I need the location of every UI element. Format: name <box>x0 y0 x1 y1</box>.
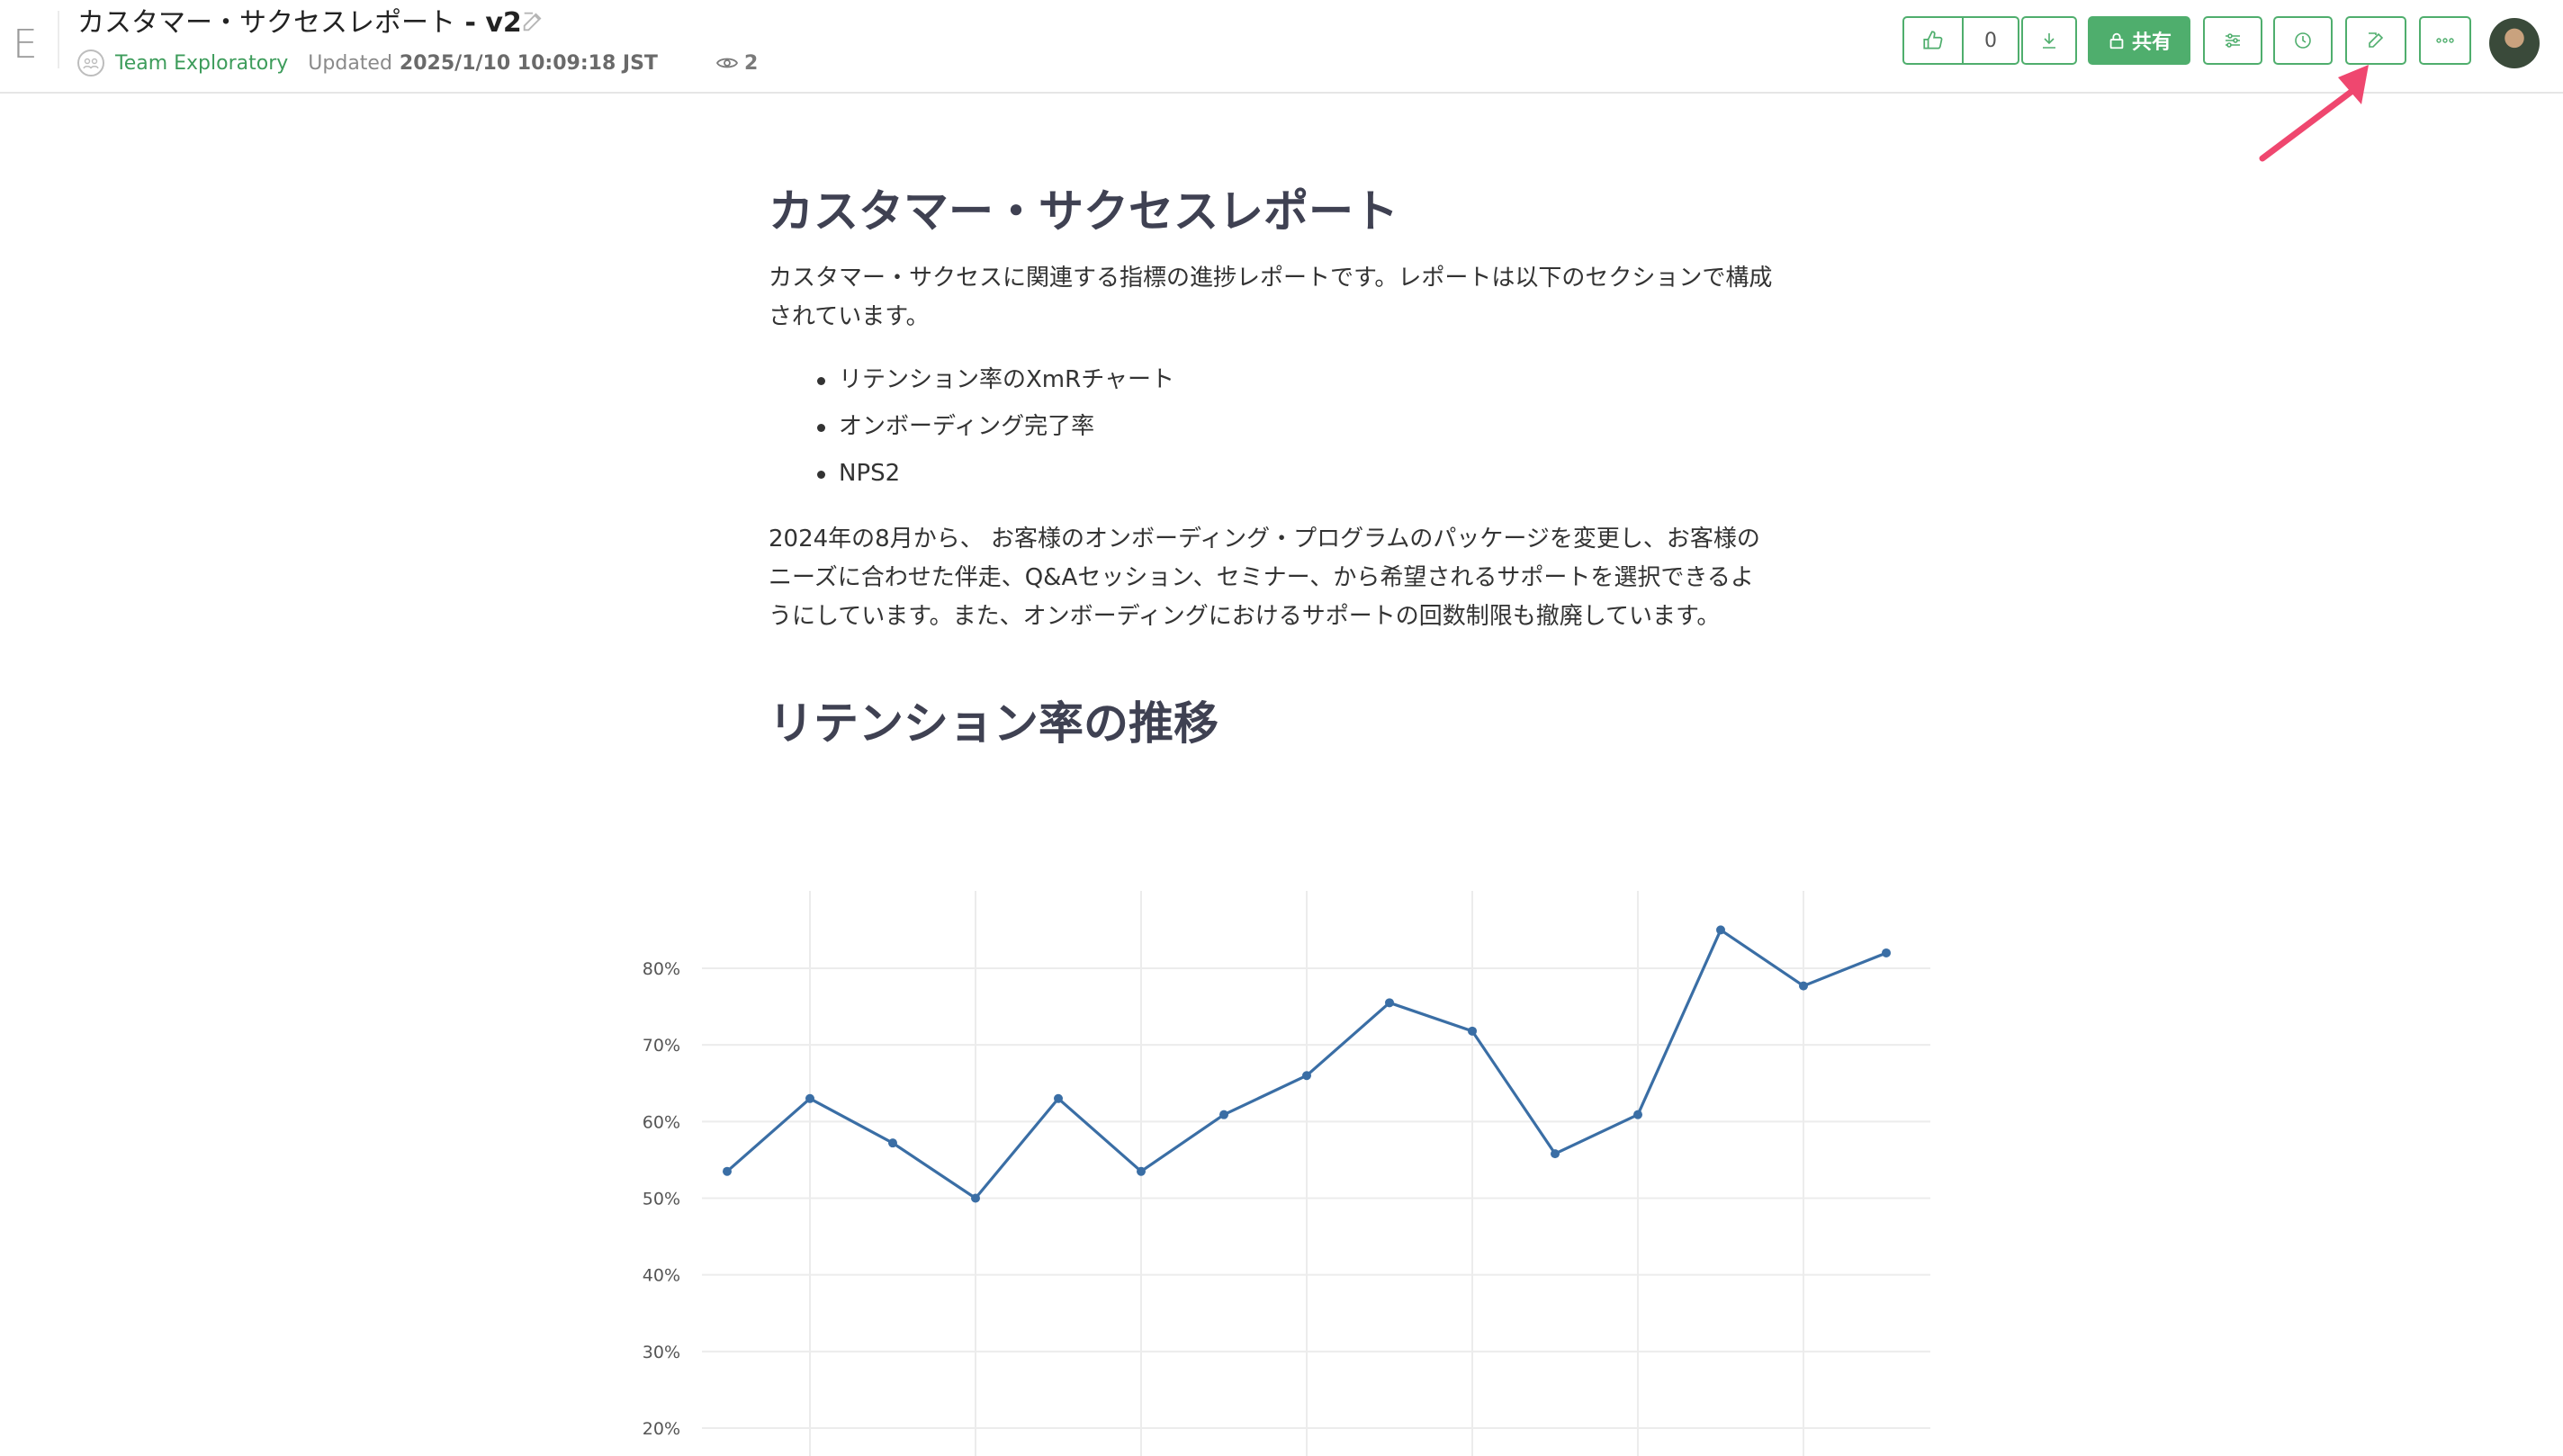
list-item: リテンション率のXmRチャート <box>817 356 1776 403</box>
app-logo[interactable]: E <box>13 18 49 72</box>
y-tick-label: 70% <box>643 1036 680 1056</box>
data-point <box>1302 1071 1311 1081</box>
top-bar: E カスタマー・サクセスレポート - v2 Team Exploratory U… <box>0 0 2563 94</box>
y-tick-label: 60% <box>643 1112 680 1132</box>
document-title-text: カスタマー・サクセスレポート <box>77 7 455 39</box>
eye-icon <box>715 58 738 68</box>
data-point <box>1551 1149 1560 1159</box>
document-title: カスタマー・サクセスレポート - v2 <box>77 5 522 41</box>
user-avatar[interactable] <box>2489 18 2540 68</box>
like-count[interactable]: 0 <box>1962 16 2019 65</box>
document-version: - v2 <box>455 7 522 39</box>
lock-icon <box>2109 32 2124 49</box>
data-point <box>1054 1093 1063 1103</box>
program-paragraph: 2024年の8月から、 お客様のオンボーディング・プログラムのパッケージを変更し… <box>769 526 1760 630</box>
divider <box>58 11 59 68</box>
y-tick-label: 80% <box>643 959 680 979</box>
data-point <box>1716 925 1725 935</box>
view-count: 2 <box>715 52 758 75</box>
sliders-icon <box>2226 33 2240 48</box>
updated-label: Updated <box>308 51 392 75</box>
like-button[interactable] <box>1902 16 1964 65</box>
document-meta: Team Exploratory Updated 2025/1/10 10:09… <box>77 49 758 77</box>
more-icon <box>2436 38 2454 43</box>
y-tick-label: 30% <box>643 1343 680 1362</box>
updated-timestamp: 2025/1/10 10:09:18 JST <box>399 51 658 75</box>
retention-heading: リテンション率の推移 <box>769 697 1219 750</box>
edit-title-icon[interactable] <box>520 9 545 34</box>
y-tick-label: 50% <box>643 1190 680 1209</box>
more-button[interactable] <box>2419 16 2471 65</box>
data-point <box>1385 998 1394 1008</box>
report-heading: カスタマー・サクセスレポート <box>769 185 1398 238</box>
data-point <box>723 1166 732 1176</box>
list-item: NPS2 <box>817 450 1776 497</box>
team-link[interactable]: Team Exploratory <box>115 52 288 75</box>
share-label: 共有 <box>2131 31 2172 54</box>
data-point <box>1799 981 1808 991</box>
data-point <box>1882 948 1891 957</box>
data-point <box>1137 1166 1146 1176</box>
y-tick-label: 40% <box>643 1266 680 1286</box>
data-point <box>1468 1026 1477 1036</box>
report-content: カスタマー・サクセスレポート カスタマー・サクセスに関連する指標の進捗レポートで… <box>769 180 1776 755</box>
download-icon <box>2043 33 2055 49</box>
download-button[interactable] <box>2021 16 2077 65</box>
section-list: リテンション率のXmRチャート オンボーディング完了率 NPS2 <box>817 356 1776 497</box>
team-icon <box>77 49 104 76</box>
view-count-value: 2 <box>743 51 759 75</box>
annotation-arrow-icon <box>2259 65 2369 162</box>
thumbs-up-icon <box>1923 31 1943 49</box>
share-button[interactable]: 共有 <box>2088 16 2190 65</box>
edit-icon <box>2369 32 2384 48</box>
data-point <box>888 1138 897 1148</box>
list-item: オンボーディング完了率 <box>817 403 1776 450</box>
data-point <box>1633 1110 1642 1119</box>
y-tick-label: 20% <box>643 1419 680 1439</box>
retention-chart: 20% 30% 40% 50% 60% 70% 80% <box>643 891 1930 1456</box>
intro-paragraph: カスタマー・サクセスに関連する指標の進捗レポートです。レポートは以下のセクション… <box>769 265 1773 330</box>
data-point <box>805 1093 814 1103</box>
data-point <box>971 1193 980 1203</box>
data-point <box>1219 1110 1228 1119</box>
clock-icon <box>2295 32 2311 49</box>
